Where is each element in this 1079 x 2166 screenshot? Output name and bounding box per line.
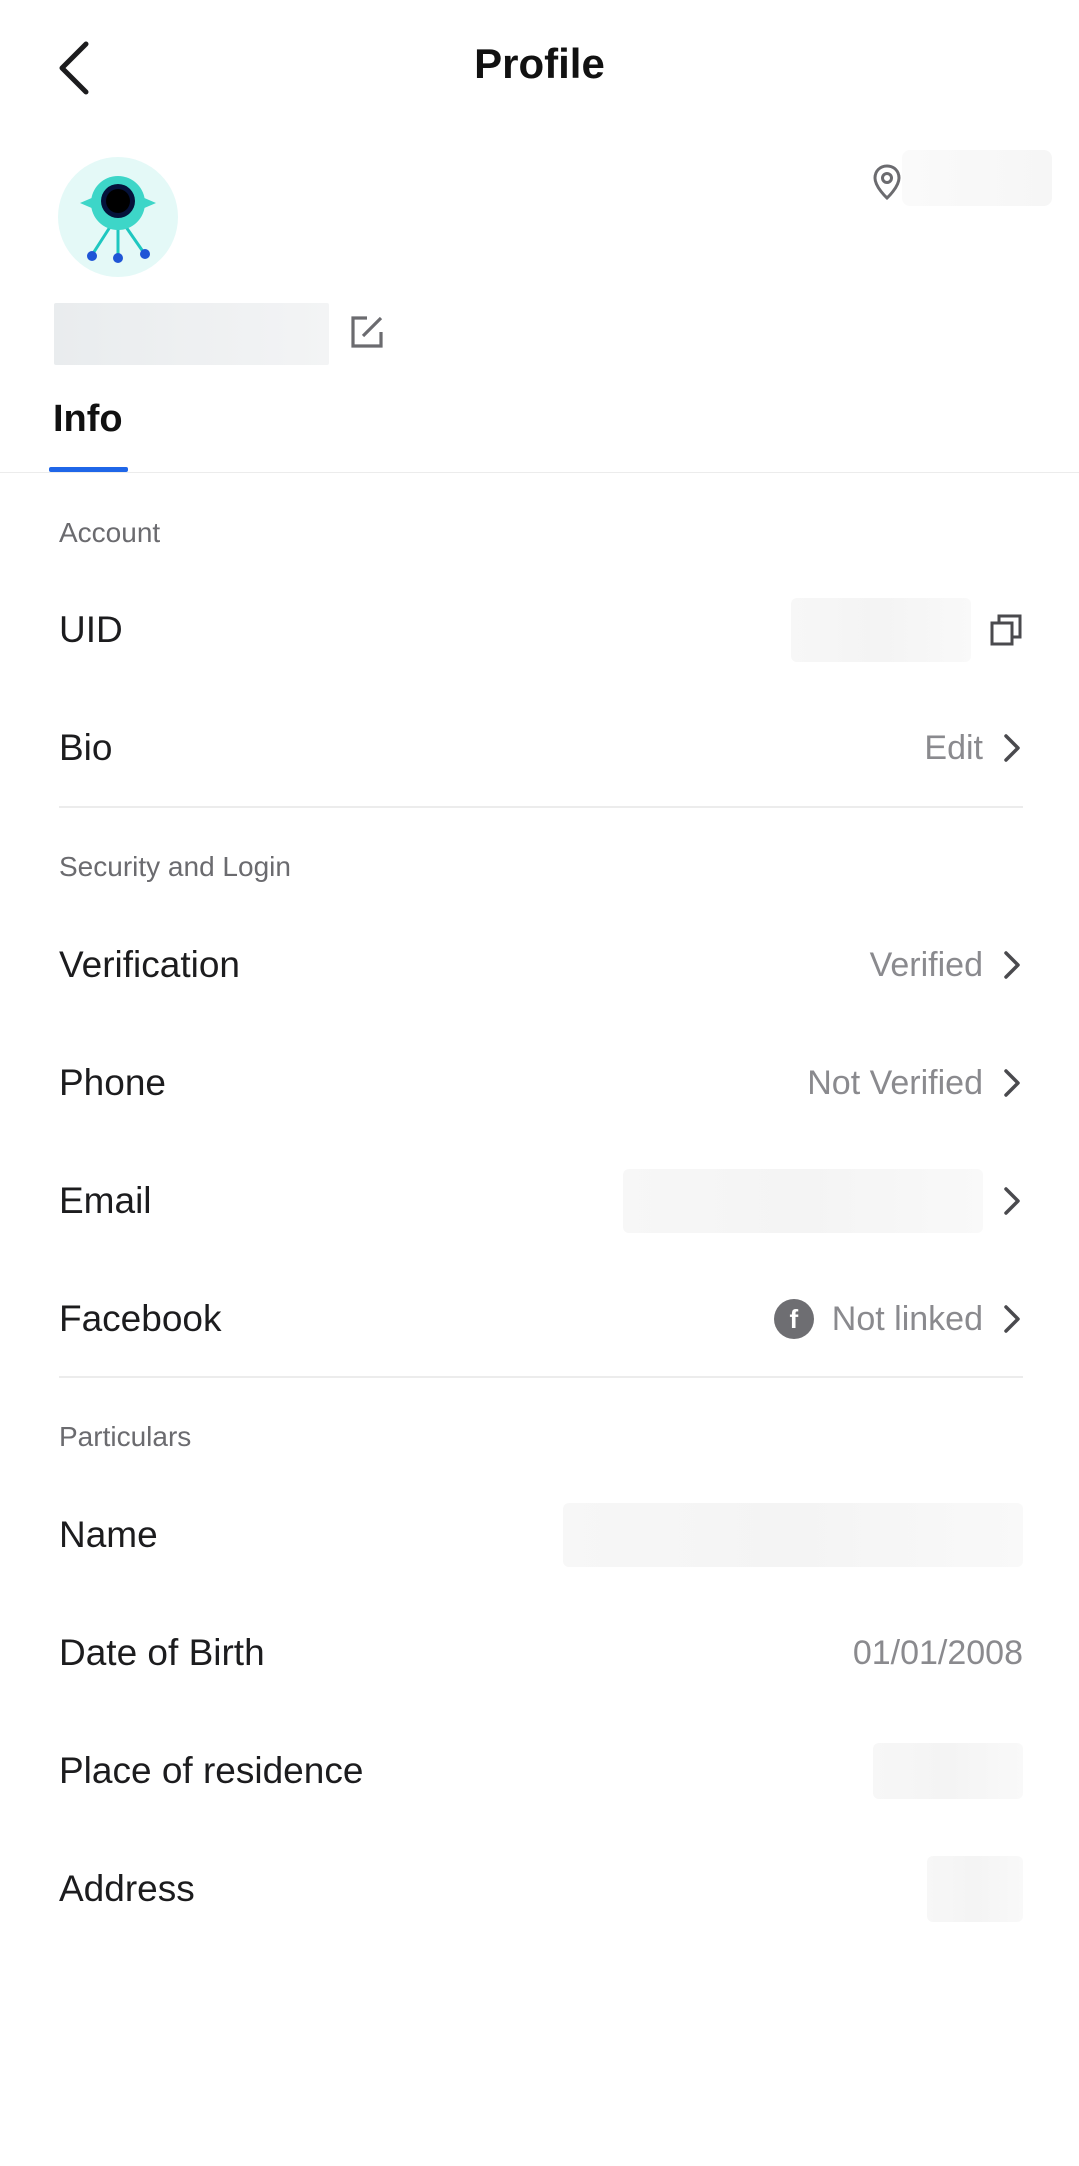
name-value: [563, 1503, 1023, 1567]
copy-icon: [990, 614, 1022, 646]
edit-name-button[interactable]: [349, 314, 385, 350]
residence-label: Place of residence: [59, 1750, 364, 1791]
phone-value: Not Verified: [807, 1063, 983, 1102]
chevron-right-icon: [1004, 734, 1020, 762]
section-divider: [59, 1376, 1023, 1378]
row-phone[interactable]: Phone Not Verified: [59, 1024, 1023, 1142]
section-divider: [59, 806, 1023, 808]
edit-square-icon: [351, 316, 383, 348]
section-header-particulars: Particulars: [59, 1421, 192, 1452]
section-header-account: Account: [59, 517, 161, 548]
tab-info[interactable]: Info: [53, 398, 123, 441]
dob-value: 01/01/2008: [852, 1633, 1023, 1672]
row-facebook[interactable]: Facebook f Not linked: [59, 1260, 1023, 1378]
page-title: Profile: [474, 40, 605, 87]
tab-divider: [0, 472, 1079, 473]
address-value: [927, 1856, 1023, 1922]
robot-avatar-icon: [80, 176, 156, 263]
uid-label: UID: [59, 609, 123, 650]
row-date-of-birth: Date of Birth 01/01/2008: [59, 1594, 1023, 1712]
bio-value: Edit: [924, 728, 983, 767]
chevron-right-icon: [1004, 1187, 1020, 1215]
row-bio[interactable]: Bio Edit: [59, 689, 1023, 807]
address-label: Address: [59, 1868, 195, 1909]
row-uid: UID: [59, 571, 1023, 689]
row-email[interactable]: Email: [59, 1142, 1023, 1260]
row-address: Address: [59, 1830, 1023, 1948]
dob-label: Date of Birth: [59, 1632, 265, 1673]
row-place-of-residence: Place of residence: [59, 1712, 1023, 1830]
verification-label: Verification: [59, 944, 240, 985]
phone-label: Phone: [59, 1062, 166, 1103]
copy-uid-button[interactable]: [989, 613, 1023, 647]
residence-value: [873, 1743, 1023, 1799]
row-name: Name: [59, 1476, 1023, 1594]
location-pin-icon: [873, 164, 901, 201]
row-verification[interactable]: Verification Verified: [59, 906, 1023, 1024]
location-value: [902, 150, 1052, 206]
email-value: [623, 1169, 983, 1233]
facebook-icon: f: [773, 1299, 814, 1339]
verification-value: Verified: [869, 945, 983, 984]
facebook-label: Facebook: [59, 1298, 222, 1339]
section-header-security: Security and Login: [59, 851, 291, 882]
chevron-right-icon: [1004, 1305, 1020, 1333]
name-label: Name: [59, 1514, 158, 1555]
avatar[interactable]: [58, 157, 178, 277]
email-label: Email: [59, 1180, 152, 1221]
chevron-right-icon: [1004, 1069, 1020, 1097]
username: [54, 303, 329, 365]
facebook-value: Not linked: [831, 1299, 983, 1338]
bio-label: Bio: [59, 727, 113, 768]
uid-value: [791, 598, 971, 662]
chevron-right-icon: [1004, 951, 1020, 979]
